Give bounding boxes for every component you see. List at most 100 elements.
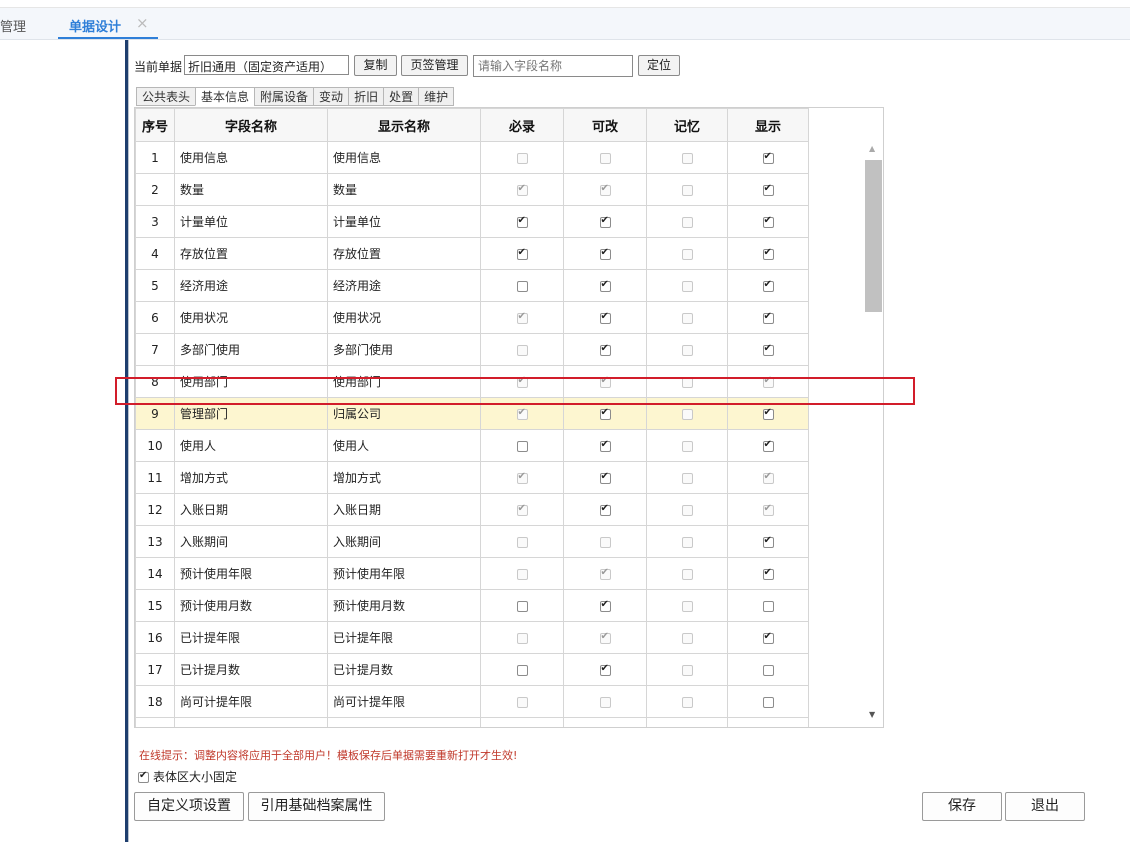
column-header-6: 显示 <box>727 108 809 142</box>
close-icon[interactable]: × <box>136 14 149 32</box>
show-checkbox[interactable] <box>762 696 774 708</box>
table-row[interactable]: 4 存放位置 存放位置 <box>135 237 809 270</box>
show-checkbox[interactable] <box>762 535 774 548</box>
req-checkbox[interactable] <box>516 600 528 612</box>
table-row[interactable]: 15 预计使用月数 预计使用月数 <box>135 589 809 622</box>
show-checkbox[interactable] <box>762 343 774 356</box>
field-search-input[interactable] <box>473 55 633 77</box>
row-number: 8 <box>135 365 175 398</box>
tab-bar: 管理 单据设计 × <box>0 8 1130 40</box>
edit-checkbox[interactable] <box>599 439 611 452</box>
edit-checkbox[interactable] <box>599 247 611 260</box>
table-row[interactable]: 2 数量 数量 <box>135 173 809 206</box>
row-number: 5 <box>135 269 175 302</box>
show-checkbox <box>762 503 774 516</box>
table-row[interactable]: 13 入账期间 入账期间 <box>135 525 809 558</box>
subtab-6[interactable]: 维护 <box>418 87 455 106</box>
save-button[interactable]: 保存 <box>922 792 1002 821</box>
scroll-down-icon[interactable]: ▼ <box>869 710 875 719</box>
mem-cell <box>646 685 728 718</box>
show-checkbox[interactable] <box>762 439 774 452</box>
req-checkbox[interactable] <box>516 664 528 676</box>
fixed-size-option[interactable]: 表体区大小固定 <box>138 768 237 785</box>
tab-document-design[interactable]: 单据设计 × <box>58 8 158 39</box>
tab-previous[interactable]: 管理 <box>0 16 26 35</box>
mem-checkbox <box>681 472 693 484</box>
mem-checkbox <box>681 664 693 676</box>
table-row[interactable]: 14 预计使用年限 预计使用年限 <box>135 557 809 590</box>
display-name-cell: 存放位置 <box>327 237 481 270</box>
req-checkbox[interactable] <box>516 440 528 452</box>
show-cell <box>727 653 809 686</box>
show-checkbox[interactable] <box>762 567 774 580</box>
show-checkbox[interactable] <box>762 311 774 324</box>
table-row[interactable]: 11 增加方式 增加方式 <box>135 461 809 494</box>
edit-checkbox[interactable] <box>599 215 611 228</box>
show-checkbox[interactable] <box>762 407 774 420</box>
scroll-up-icon[interactable]: ▲ <box>869 144 875 153</box>
table-row[interactable]: 9 管理部门 归属公司 <box>135 397 809 430</box>
show-checkbox[interactable] <box>762 631 774 644</box>
show-checkbox[interactable] <box>762 600 774 612</box>
edit-cell <box>563 685 647 718</box>
table-row[interactable]: 8 使用部门 使用部门 <box>135 365 809 398</box>
subtab-5[interactable]: 处置 <box>383 87 419 106</box>
show-checkbox[interactable] <box>762 664 774 676</box>
edit-checkbox[interactable] <box>599 279 611 292</box>
page-sign-button[interactable]: 页签管理 <box>401 55 468 76</box>
table-row[interactable]: 17 已计提月数 已计提月数 <box>135 653 809 686</box>
current-document-select[interactable]: 折旧通用（固定资产适用） <box>184 55 349 75</box>
show-cell <box>727 301 809 334</box>
req-checkbox <box>516 568 528 580</box>
edit-checkbox[interactable] <box>599 407 611 420</box>
subtab-4[interactable]: 折旧 <box>348 87 384 106</box>
show-checkbox[interactable] <box>762 215 774 228</box>
show-checkbox[interactable] <box>762 151 774 164</box>
req-checkbox[interactable] <box>516 280 528 292</box>
subtab-2[interactable]: 附属设备 <box>254 87 314 106</box>
edit-checkbox[interactable] <box>599 471 611 484</box>
table-row[interactable]: 3 计量单位 计量单位 <box>135 205 809 238</box>
show-checkbox[interactable] <box>762 279 774 292</box>
req-checkbox[interactable] <box>516 215 528 228</box>
table-row[interactable]: 16 已计提年限 已计提年限 <box>135 621 809 654</box>
table-row[interactable]: 5 经济用途 经济用途 <box>135 269 809 302</box>
fixed-size-checkbox[interactable] <box>138 770 149 783</box>
subtab-0[interactable]: 公共表头 <box>136 87 196 106</box>
table-row[interactable]: 7 多部门使用 多部门使用 <box>135 333 809 366</box>
edit-checkbox[interactable] <box>599 503 611 516</box>
table-row[interactable]: 10 使用人 使用人 <box>135 429 809 462</box>
req-checkbox[interactable] <box>516 247 528 260</box>
edit-checkbox[interactable] <box>599 343 611 356</box>
show-checkbox[interactable] <box>762 247 774 260</box>
table-row[interactable]: 19预计工作总量预计工作总量 <box>135 717 809 727</box>
ref-archive-button[interactable]: 引用基础档案属性 <box>248 792 385 821</box>
subtab-3[interactable]: 变动 <box>313 87 349 106</box>
edit-checkbox <box>599 152 611 164</box>
copy-button[interactable]: 复制 <box>354 55 397 76</box>
grid-scrollbar[interactable]: ▲ ▼ <box>863 138 883 726</box>
field-name-cell: 使用部门 <box>174 365 328 398</box>
edit-checkbox[interactable] <box>599 663 611 676</box>
table-row[interactable]: 12 入账日期 入账日期 <box>135 493 809 526</box>
table-row[interactable]: 6 使用状况 使用状况 <box>135 301 809 334</box>
edit-checkbox <box>599 696 611 708</box>
display-name-cell: 尚可计提年限 <box>327 685 481 718</box>
subtab-1[interactable]: 基本信息 <box>195 87 255 106</box>
subtab-bar: 公共表头 基本信息 附属设备 变动 折旧 处置 维护 <box>136 87 455 107</box>
table-row[interactable]: 1 使用信息 使用信息 <box>135 141 809 174</box>
req-checkbox <box>516 503 528 516</box>
show-checkbox[interactable] <box>762 183 774 196</box>
locate-button[interactable]: 定位 <box>638 55 680 76</box>
edit-checkbox[interactable] <box>599 599 611 612</box>
table-row[interactable]: 18 尚可计提年限 尚可计提年限 <box>135 685 809 718</box>
mem-checkbox <box>681 280 693 292</box>
row-number: 16 <box>135 621 175 654</box>
scrollbar-thumb[interactable] <box>865 160 882 312</box>
exit-button[interactable]: 退出 <box>1005 792 1085 821</box>
req-checkbox <box>516 183 528 196</box>
show-cell <box>727 173 809 206</box>
row-number: 18 <box>135 685 175 718</box>
edit-checkbox[interactable] <box>599 311 611 324</box>
custom-items-button[interactable]: 自定义项设置 <box>134 792 244 821</box>
